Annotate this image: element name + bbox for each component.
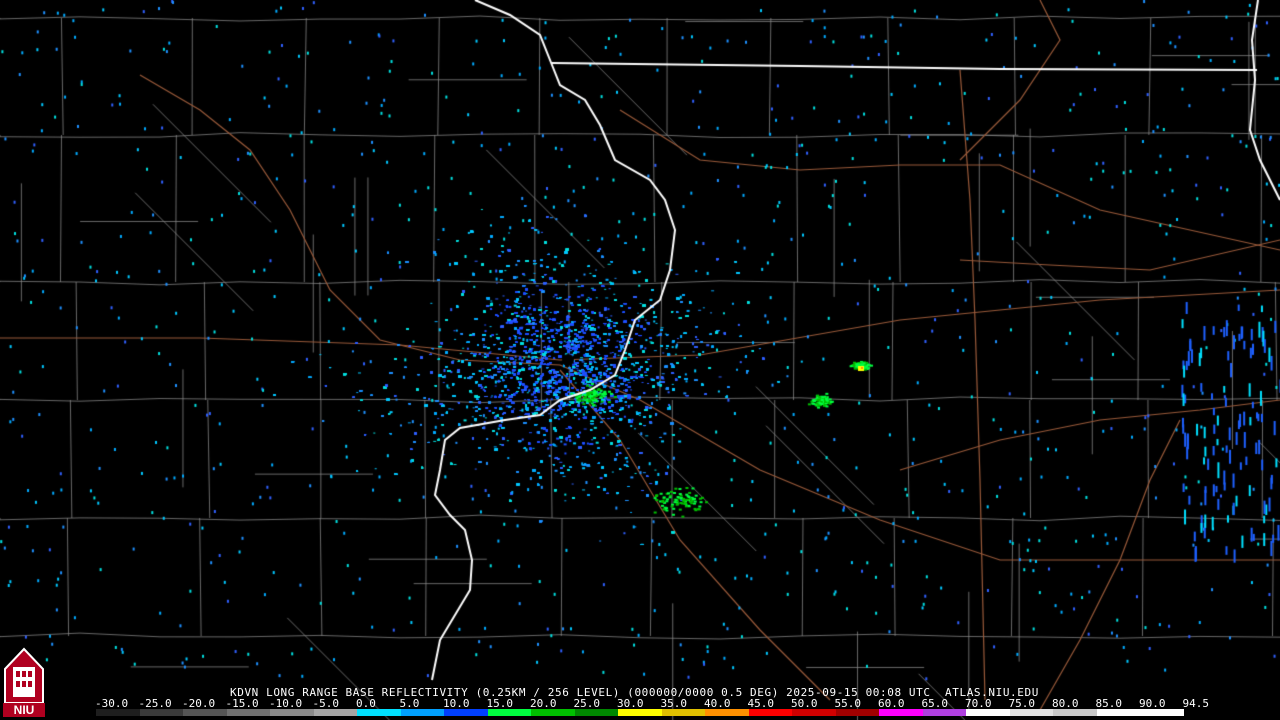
- reflectivity-colorbar: [96, 709, 1184, 716]
- colorbar-segment: [531, 709, 575, 716]
- colorbar-segment: [1096, 709, 1141, 716]
- colorbar-segment: [748, 709, 793, 716]
- colorbar-segment: [270, 709, 314, 716]
- colorbar-segment: [444, 709, 488, 716]
- colorbar-segment: [574, 709, 619, 716]
- niu-logo-icon: NIU: [3, 647, 45, 717]
- colorbar-segment: [1140, 709, 1184, 716]
- colorbar-segment: [183, 709, 227, 716]
- colorbar-segment: [966, 709, 1010, 716]
- colorbar-segment: [487, 709, 532, 716]
- colorbar-segment: [1053, 709, 1097, 716]
- scale-label: 94.5: [1182, 697, 1210, 710]
- colorbar-segment: [618, 709, 662, 716]
- colorbar-segment: [226, 709, 271, 716]
- logo-text: NIU: [14, 703, 35, 717]
- radar-map: [0, 0, 1280, 720]
- colorbar-segment: [1009, 709, 1054, 716]
- colorbar-segment: [96, 709, 140, 716]
- colorbar-segment: [400, 709, 445, 716]
- colorbar-segment: [922, 709, 967, 716]
- colorbar-segment: [661, 709, 706, 716]
- colorbar-segment: [139, 709, 184, 716]
- colorbar-segment: [313, 709, 358, 716]
- colorbar-segment: [792, 709, 836, 716]
- colorbar-segment: [879, 709, 923, 716]
- colorbar-segment: [835, 709, 880, 716]
- colorbar-segment: [357, 709, 401, 716]
- colorbar-segment: [705, 709, 749, 716]
